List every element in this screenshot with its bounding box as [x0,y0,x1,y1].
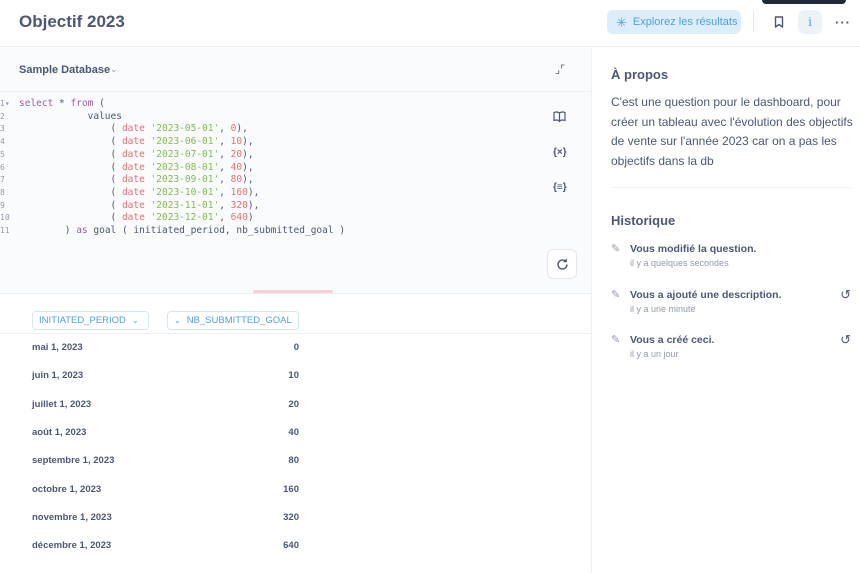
line-number: 8 [0,187,5,197]
history-title: Vous a créé ceci. [630,334,715,346]
history-item: ✎ Vous a ajouté une description. il y a un… [611,287,851,324]
pencil-icon: ✎ [611,288,621,301]
chevron-down-icon[interactable]: ⌄ [110,64,118,75]
cell-nb-submitted-goal[interactable]: 320 [200,512,299,523]
table-row[interactable]: décembre 1, 2023 640 [0,532,591,560]
info-icon: i [808,15,812,29]
line-number: 3 [0,124,5,134]
snippets-icon[interactable]: {≡} [553,182,567,193]
cell-initiated-period[interactable]: décembre 1, 2023 [32,540,111,551]
variables-icon[interactable]: {×} [553,147,567,158]
database-picker[interactable]: Sample Database [19,64,110,76]
cell-nb-submitted-goal[interactable]: 80 [200,455,299,466]
cell-initiated-period[interactable]: juillet 1, 2023 [32,399,91,410]
table-row[interactable]: mai 1, 2023 0 [0,334,591,362]
pencil-icon: ✎ [611,334,621,346]
bookmark-button[interactable] [767,10,791,34]
info-button[interactable]: i [798,10,822,34]
question-header: Objectif 2023 ✳ Explorez les résultats i… [0,0,860,47]
line-number: 4 [0,137,5,147]
code-line[interactable]: ( date '2023-11-01', 320), [19,200,260,213]
cell-nb-submitted-goal[interactable]: 40 [200,427,299,438]
code-line[interactable]: ( date '2023-06-01', 10), [19,136,254,149]
refresh-icon [556,258,568,270]
code-line[interactable]: ( date '2023-12-01', 640) [19,212,254,225]
cell-nb-submitted-goal[interactable]: 10 [200,370,299,381]
cell-initiated-period[interactable]: septembre 1, 2023 [32,455,114,466]
code-line[interactable]: ( date '2023-05-01', 0), [19,123,248,136]
history-time: il y a quelques secondes [630,258,729,268]
table-row[interactable]: juillet 1, 2023 20 [0,391,591,419]
results-table: INITIATED_PERIOD ⌄ ⌄ NB_SUBMITTED_GOAL m… [0,294,591,573]
table-row[interactable]: août 1, 2023 40 [0,419,591,447]
code-line[interactable]: ( date '2023-10-01', 160), [19,187,260,200]
history-title: Vous modifié la question. [630,243,757,255]
code-line[interactable]: ) as goal ( initiated_period, nb_submitt… [19,225,345,238]
info-sidebar: À propos C'est une question pour le dash… [591,48,860,573]
history-item: ✎ Vous a créé ceci. il y a un jour ↺ [611,332,851,369]
code-line[interactable]: ( date '2023-09-01', 80), [19,174,254,187]
tooltip-edge [762,0,846,4]
chevron-down-icon: ⌄ [131,316,139,325]
line-number: 2 [0,111,5,121]
bookmark-icon [774,16,784,28]
book-icon[interactable] [553,111,566,125]
pencil-icon: ✎ [611,243,621,255]
more-icon: ··· [835,14,851,30]
code-line[interactable]: ( date '2023-08-01', 40), [19,162,254,175]
column-header-initiated-period[interactable]: INITIATED_PERIOD ⌄ [32,311,149,330]
history-time: il y a une minute [630,303,696,314]
cell-nb-submitted-goal[interactable]: 160 [200,484,299,495]
collapse-editor-icon[interactable]: ⌟⌜ [555,63,565,76]
cell-initiated-period[interactable]: octobre 1, 2023 [32,484,101,495]
question-title[interactable]: Objectif 2023 [19,12,125,32]
more-button[interactable]: ··· [831,10,855,34]
line-number: 11 [0,226,10,235]
code-line[interactable]: select * from ( [19,98,105,111]
cell-initiated-period[interactable]: mai 1, 2023 [32,342,83,353]
sidebar-divider [611,187,851,188]
history-title: Vous a ajouté une description. [630,288,782,301]
description-text[interactable]: C'est une question pour le dashboard, po… [611,93,856,172]
line-number: 9 [0,200,5,210]
sparkle-icon: ✳ [616,14,627,30]
line-number: 5 [0,149,5,159]
table-row[interactable]: juin 1, 2023 10 [0,362,591,390]
line-number: 7 [0,175,5,185]
history-time: il y a un jour [630,349,679,359]
chevron-down-icon: ⌄ [174,316,181,325]
table-row[interactable]: novembre 1, 2023 320 [0,504,591,532]
sql-editor-panel: Sample Database ⌄ ⌟⌜ 1▾ select * from (2 … [0,48,591,293]
line-number: 6 [0,162,5,172]
line-number: 10 [0,213,10,223]
history-item: ✎ Vous modifié la question. il y a quelque… [611,242,851,278]
cell-nb-submitted-goal[interactable]: 20 [200,399,299,410]
database-picker-bar: Sample Database ⌄ ⌟⌜ [0,48,591,92]
run-query-button[interactable] [547,249,577,279]
explore-results-button[interactable]: ✳ Explorez les résultats [607,10,741,34]
about-heading: À propos [611,67,669,82]
explore-results-label: Explorez les résultats [632,16,738,28]
revert-icon[interactable]: ↺ [840,287,851,303]
code-line[interactable]: ( date '2023-07-01', 20), [19,149,254,162]
history-heading: Historique [611,213,676,228]
cell-initiated-period[interactable]: novembre 1, 2023 [32,512,112,523]
table-row[interactable]: septembre 1, 2023 80 [0,447,591,475]
cell-nb-submitted-goal[interactable]: 0 [200,342,299,353]
table-row[interactable]: octobre 1, 2023 160 [0,476,591,504]
line-number: 1▾ [0,99,10,108]
header-divider [753,12,754,32]
cell-initiated-period[interactable]: juin 1, 2023 [32,370,83,381]
code-line[interactable]: values [19,111,122,124]
cell-nb-submitted-goal[interactable]: 640 [200,540,299,551]
column-header-nb-submitted-goal[interactable]: ⌄ NB_SUBMITTED_GOAL [167,311,299,330]
cell-initiated-period[interactable]: août 1, 2023 [32,427,86,438]
revert-icon[interactable]: ↺ [840,332,851,348]
